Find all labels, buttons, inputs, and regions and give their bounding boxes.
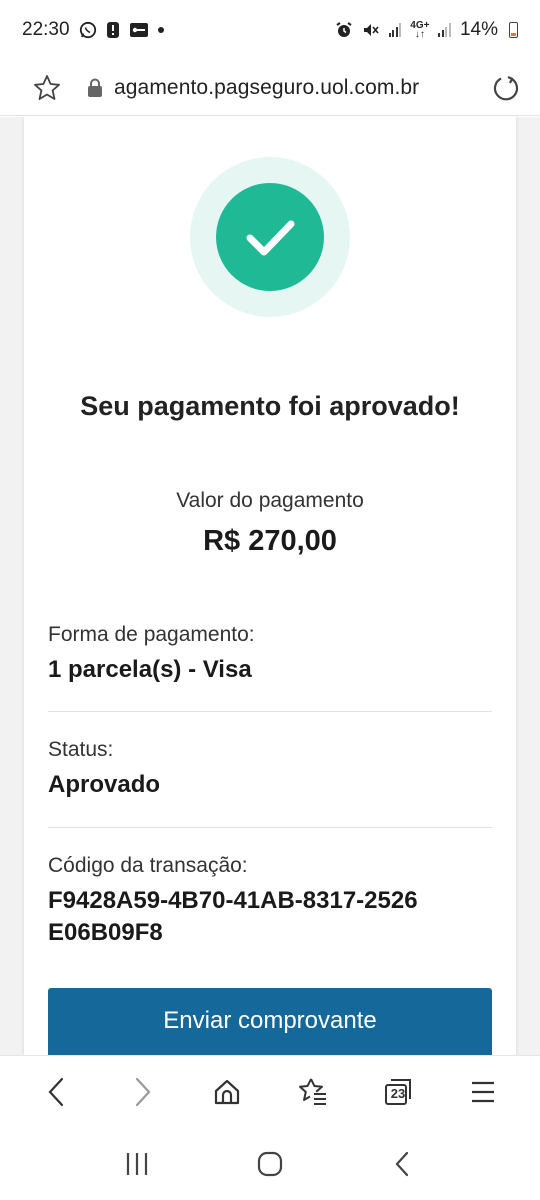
system-nav-bar <box>0 1127 540 1200</box>
home-icon[interactable] <box>202 1067 252 1117</box>
status-label: Status: <box>48 738 114 761</box>
home-button-icon[interactable] <box>245 1139 295 1189</box>
key-icon <box>129 22 149 38</box>
status-right: 4G+ ↓↑ 14% <box>335 19 518 41</box>
check-circle <box>216 183 324 291</box>
status-value: Aprovado <box>48 771 161 798</box>
reload-icon[interactable] <box>486 68 526 108</box>
forward-icon[interactable] <box>117 1067 167 1117</box>
payment-method-label: Forma de pagamento: <box>48 623 255 646</box>
back-icon[interactable] <box>32 1067 82 1117</box>
tabs-count: 23 <box>390 1085 406 1101</box>
status-section: Status: Aprovado <box>48 735 492 801</box>
payment-method-value: 1 parcela(s) - Visa <box>48 656 252 683</box>
tabs-icon[interactable]: 23 <box>373 1067 423 1117</box>
page-title: Seu pagamento foi aprovado! <box>80 391 460 421</box>
menu-icon[interactable] <box>458 1067 508 1117</box>
notification-dot-icon <box>157 27 164 33</box>
4g-icon: 4G+ ↓↑ <box>410 21 429 40</box>
signal-icon-2 <box>438 23 451 37</box>
recents-icon[interactable] <box>112 1139 162 1189</box>
back-nav-icon[interactable] <box>378 1139 428 1189</box>
success-badge <box>190 157 350 317</box>
signal-icon <box>388 23 402 37</box>
battery-icon <box>509 22 518 38</box>
checkmark-icon <box>246 220 295 256</box>
url-text[interactable]: agamento.pagseguro.uol.com.br <box>114 76 486 100</box>
status-left: 22:30 <box>22 19 164 41</box>
web-viewport: Seu pagamento foi aprovado! Valor do pag… <box>0 117 540 1055</box>
status-time: 22:30 <box>22 19 70 40</box>
lock-icon <box>84 74 106 102</box>
transaction-code-label: Código da transação: <box>48 854 248 877</box>
divider <box>48 827 492 828</box>
whatsapp-icon <box>79 21 97 39</box>
status-bar: 22:30 4G+ ↓↑ 14% <box>0 0 540 60</box>
alarm-icon <box>335 21 353 39</box>
battery-percent: 14% <box>459 19 498 40</box>
network-arrows-icon: ↓↑ <box>414 29 425 40</box>
address-bar: agamento.pagseguro.uol.com.br <box>0 60 540 116</box>
star-icon[interactable] <box>30 71 64 105</box>
divider <box>48 711 492 712</box>
bookmarks-icon[interactable] <box>288 1067 338 1117</box>
amount-value: R$ 270,00 <box>203 525 337 557</box>
alert-icon <box>106 21 120 39</box>
payment-method-section: Forma de pagamento: 1 parcela(s) - Visa <box>48 620 492 686</box>
mute-icon <box>362 21 380 39</box>
transaction-code-value: F9428A59-4B70-41AB-8317-2526E06B09F8 <box>48 887 418 946</box>
browser-toolbar: 23 <box>0 1055 540 1127</box>
payment-card: Seu pagamento foi aprovado! Valor do pag… <box>24 117 516 1055</box>
transaction-code-section: Código da transação: F9428A59-4B70-41AB-… <box>48 851 492 949</box>
amount-label: Valor do pagamento <box>176 489 364 512</box>
send-receipt-button[interactable]: Enviar comprovante <box>48 988 492 1055</box>
